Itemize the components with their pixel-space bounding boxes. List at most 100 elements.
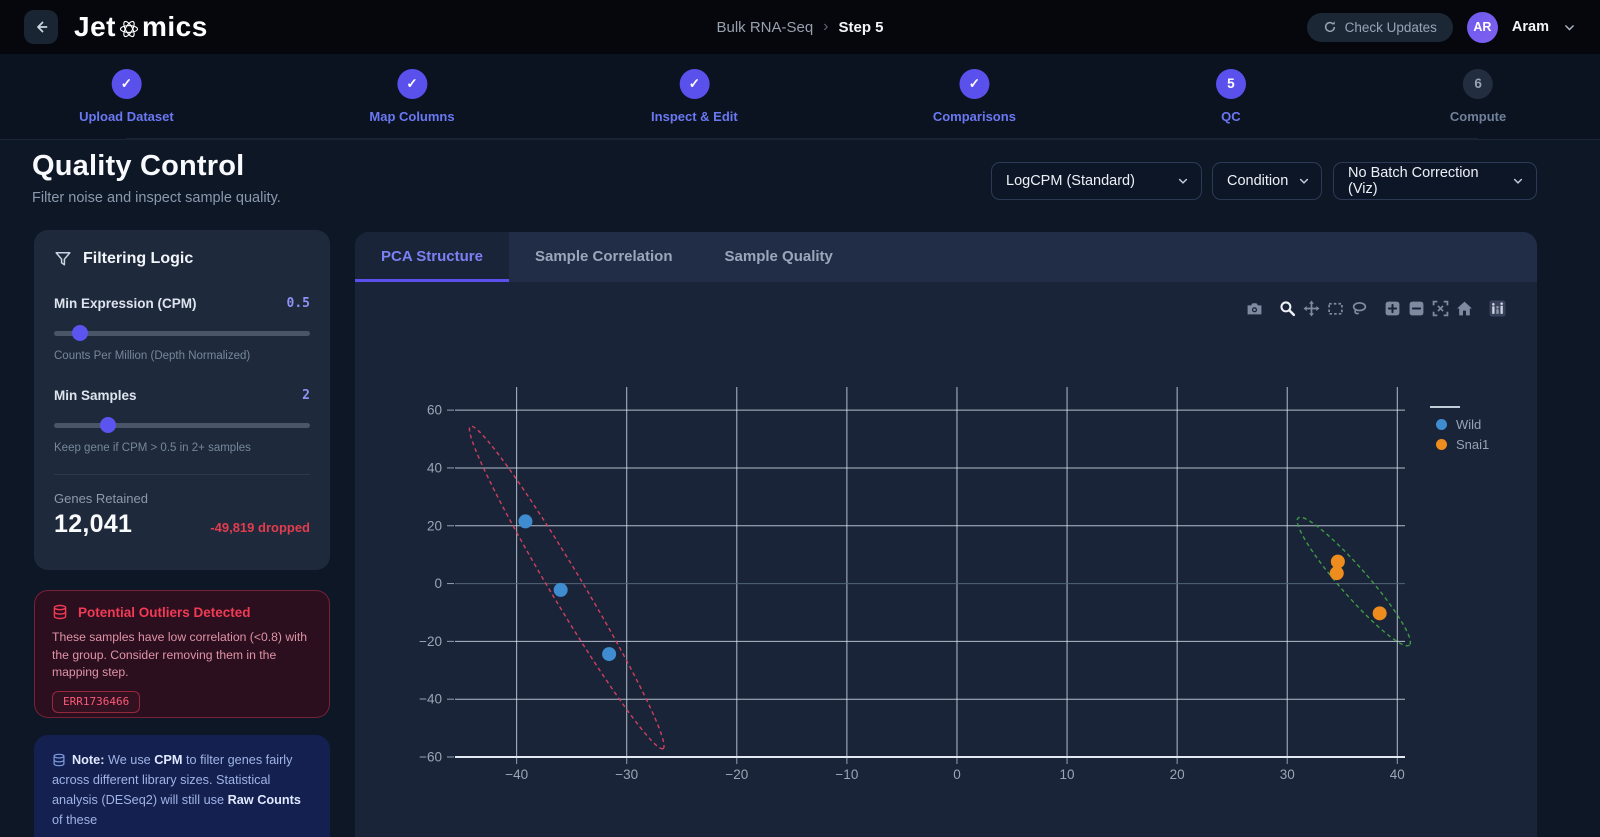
back-button[interactable] bbox=[24, 10, 58, 44]
legend-line-sample[interactable] bbox=[1430, 406, 1460, 408]
min-samples-slider-track[interactable] bbox=[54, 422, 310, 428]
min-expression-caption: Counts Per Million (Depth Normalized) bbox=[54, 350, 251, 362]
chevron-down-icon bbox=[1298, 175, 1310, 187]
batch-correction-select-value: No Batch Correction (Viz) bbox=[1348, 165, 1479, 197]
step-check-icon: ✓ bbox=[111, 69, 142, 99]
min-expression-slider-track[interactable] bbox=[54, 330, 310, 336]
lasso-select-icon[interactable] bbox=[1351, 300, 1368, 317]
min-samples-slider-thumb[interactable] bbox=[99, 417, 116, 433]
breadcrumb-current: Step 5 bbox=[838, 18, 884, 36]
autoscale-icon[interactable] bbox=[1432, 300, 1449, 317]
svg-text:−40: −40 bbox=[419, 692, 442, 707]
database-icon bbox=[52, 604, 68, 620]
step-compute[interactable]: 6 Compute bbox=[1450, 69, 1506, 124]
outlier-alert-body: These samples have low correlation (<0.8… bbox=[52, 630, 308, 680]
step-label: Comparisons bbox=[932, 109, 1016, 124]
legend-label: Wild bbox=[1456, 416, 1482, 432]
avatar-initials: AR bbox=[1473, 20, 1492, 34]
svg-text:20: 20 bbox=[1170, 767, 1185, 782]
pan-icon[interactable] bbox=[1303, 300, 1320, 317]
camera-icon[interactable] bbox=[1246, 300, 1263, 317]
color-by-select[interactable]: Condition bbox=[1212, 162, 1322, 200]
stepper: ✓ Upload Dataset ✓ Map Columns ✓ Inspect & Ed… bbox=[0, 54, 1600, 140]
min-samples-caption: Keep gene if CPM > 0.5 in 2+ samples bbox=[54, 442, 251, 454]
app-root: { "theme": { "accent": "#5a50ec", "dange… bbox=[0, 0, 1600, 837]
min-samples-slider[interactable] bbox=[54, 417, 310, 433]
check-updates-button[interactable]: Check Updates bbox=[1306, 12, 1453, 42]
svg-text:−10: −10 bbox=[835, 767, 858, 782]
cpm-note: Note: We use CPM to filter genes fairly … bbox=[34, 735, 330, 837]
filtering-logic-card: Filtering Logic Min Expression (CPM) 0.5… bbox=[34, 230, 330, 570]
tab-pca-structure[interactable]: PCA Structure bbox=[355, 232, 509, 282]
tab-sample-quality[interactable]: Sample Quality bbox=[699, 232, 859, 282]
step-map-columns[interactable]: ✓ Map Columns bbox=[369, 69, 455, 124]
funnel-icon bbox=[54, 250, 72, 268]
breadcrumb-section[interactable]: Bulk RNA-Seq bbox=[716, 19, 813, 36]
svg-text:0: 0 bbox=[434, 576, 442, 591]
legend-dot bbox=[1436, 438, 1447, 450]
genes-retained-count: 12,041 bbox=[54, 510, 133, 538]
breadcrumb: Bulk RNA-Seq › Step 5 bbox=[716, 0, 883, 54]
min-samples-label: Min Samples bbox=[54, 388, 137, 403]
svg-text:40: 40 bbox=[427, 460, 442, 475]
chevron-down-icon bbox=[1177, 175, 1189, 187]
step-label: Upload Dataset bbox=[79, 109, 174, 124]
svg-text:−40: −40 bbox=[505, 767, 528, 782]
zoom-in-icon[interactable] bbox=[1384, 300, 1401, 317]
svg-text:40: 40 bbox=[1390, 767, 1405, 782]
svg-text:30: 30 bbox=[1280, 767, 1295, 782]
svg-text:60: 60 bbox=[427, 403, 442, 418]
stepper-connector-line bbox=[126, 138, 1478, 140]
reset-home-icon[interactable] bbox=[1456, 300, 1473, 317]
step-upload-dataset[interactable]: ✓ Upload Dataset bbox=[79, 69, 174, 124]
step-comparisons[interactable]: ✓ Comparisons bbox=[933, 69, 1016, 124]
avatar[interactable]: AR bbox=[1466, 11, 1498, 43]
min-expression-slider-thumb[interactable] bbox=[71, 325, 88, 341]
qc-tab-bar: PCA Structure Sample Correlation Sample Qu… bbox=[355, 232, 1537, 282]
outlier-sample-badge[interactable]: ERR1736466 bbox=[52, 691, 141, 714]
box-select-icon[interactable] bbox=[1327, 300, 1344, 317]
min-expression-slider[interactable] bbox=[54, 325, 310, 341]
pca-plot[interactable]: −40 −30 −20 −10 0 10 20 30 40 −60 −40 −20 0 20 40 60 bbox=[357, 382, 1537, 837]
step-check-icon: ✓ bbox=[679, 69, 710, 99]
step-label: QC bbox=[1221, 109, 1241, 124]
user-menu-chevron-icon[interactable] bbox=[1563, 21, 1576, 34]
refresh-icon bbox=[1323, 20, 1337, 34]
batch-correction-select[interactable]: No Batch Correction (Viz) bbox=[1333, 162, 1537, 200]
step-label: Inspect & Edit bbox=[651, 109, 738, 124]
header-right: Check Updates AR Aram bbox=[1306, 11, 1576, 43]
dna-knot-icon bbox=[117, 17, 141, 41]
normalization-select[interactable]: LogCPM (Standard) bbox=[991, 162, 1202, 200]
svg-text:0: 0 bbox=[953, 767, 961, 782]
legend-item-snai1[interactable]: Snai1 bbox=[1436, 434, 1489, 454]
svg-text:10: 10 bbox=[1060, 767, 1075, 782]
svg-text:−20: −20 bbox=[419, 634, 442, 649]
step-check-icon: ✓ bbox=[959, 69, 990, 99]
zoom-icon[interactable] bbox=[1279, 300, 1296, 317]
legend-item-wild[interactable]: Wild bbox=[1436, 414, 1489, 434]
step-qc[interactable]: 5 QC bbox=[1215, 69, 1246, 124]
breadcrumb-separator: › bbox=[823, 18, 829, 35]
normalization-select-value: LogCPM (Standard) bbox=[1006, 173, 1135, 189]
logo-text-prefix: Jet bbox=[74, 11, 116, 42]
divider bbox=[54, 474, 310, 475]
plotly-modebar bbox=[1246, 300, 1506, 317]
plotly-logo-icon[interactable] bbox=[1489, 300, 1506, 317]
database-icon bbox=[52, 753, 66, 767]
svg-text:−30: −30 bbox=[615, 767, 638, 782]
cpm-note-text: Note: We use CPM to filter genes fairly … bbox=[52, 753, 301, 828]
genes-retained-label: Genes Retained bbox=[54, 491, 148, 506]
outlier-alert-title: Potential Outliers Detected bbox=[78, 604, 251, 620]
tab-sample-correlation[interactable]: Sample Correlation bbox=[509, 232, 699, 282]
step-inspect-edit[interactable]: ✓ Inspect & Edit bbox=[651, 69, 738, 124]
step-label: Map Columns bbox=[369, 109, 455, 124]
step-number: 6 bbox=[1463, 69, 1494, 99]
svg-text:20: 20 bbox=[427, 518, 442, 533]
color-by-select-value: Condition bbox=[1227, 173, 1289, 189]
zoom-out-icon[interactable] bbox=[1408, 300, 1425, 317]
app-logo: Jet mics bbox=[74, 11, 208, 43]
min-samples-value: 2 bbox=[302, 388, 310, 403]
svg-text:−20: −20 bbox=[725, 767, 748, 782]
chart-legend: Wild Snai1 bbox=[1430, 403, 1489, 454]
genes-dropped-count: -49,819 dropped bbox=[210, 520, 310, 535]
